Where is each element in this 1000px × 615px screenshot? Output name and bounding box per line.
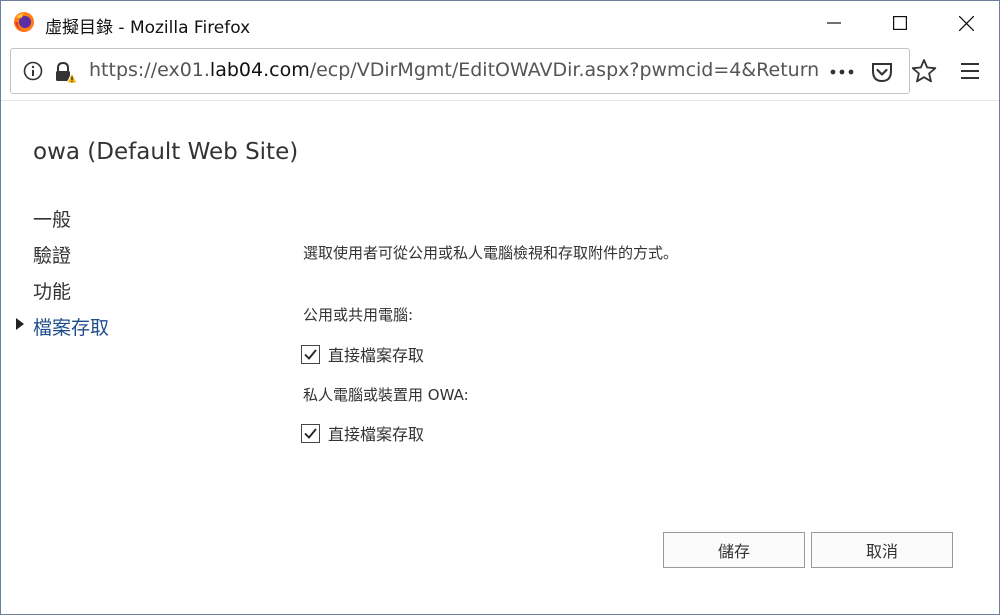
star-icon[interactable] (911, 58, 937, 84)
checkmark-icon (304, 348, 317, 360)
public-direct-file-access-label: 直接檔案存取 (328, 346, 425, 365)
pocket-icon[interactable] (871, 61, 893, 83)
private-direct-file-access-label: 直接檔案存取 (328, 425, 425, 444)
url-bar[interactable]: https://ex01.lab04.com/ecp/VDirMgmt/Edit… (10, 48, 910, 94)
minimize-button[interactable] (801, 1, 867, 45)
checkmark-icon (304, 427, 317, 439)
close-icon (958, 15, 974, 31)
url-text[interactable]: https://ex01.lab04.com/ecp/VDirMgmt/Edit… (89, 59, 829, 81)
caret-right-icon (16, 318, 24, 330)
description-text: 選取使用者可從公用或私人電腦檢視和存取附件的方式。 (303, 244, 679, 262)
firefox-logo-icon (14, 12, 34, 32)
private-computer-label: 私人電腦或裝置用 OWA: (303, 386, 469, 404)
private-direct-file-access-row[interactable]: 直接檔案存取 (301, 422, 424, 444)
nav-item-authentication[interactable]: 驗證 (33, 241, 71, 268)
url-prefix: https://ex01. (89, 59, 210, 81)
nav-item-file-access[interactable]: 檔案存取 (33, 313, 109, 340)
title-bar: 虛擬目錄 - Mozilla Firefox (1, 1, 999, 45)
menu-icon[interactable] (959, 61, 981, 81)
save-button[interactable]: 儲存 (663, 532, 805, 568)
page-title: owa (Default Web Site) (33, 139, 299, 165)
window-title: 虛擬目錄 - Mozilla Firefox (45, 18, 251, 38)
url-path: /ecp/VDirMgmt/EditOWAVDir.aspx?pwmcid=4&… (309, 59, 820, 81)
minimize-icon (827, 22, 841, 24)
page-content: owa (Default Web Site) 一般 驗證 功能 檔案存取 選取使… (1, 100, 999, 614)
url-domain: lab04.com (209, 59, 310, 81)
nav-item-general[interactable]: 一般 (33, 205, 71, 232)
maximize-icon (893, 16, 907, 30)
public-computer-label: 公用或共用電腦: (303, 306, 414, 324)
maximize-button[interactable] (867, 1, 933, 45)
close-button[interactable] (933, 1, 999, 45)
more-icon[interactable] (829, 61, 855, 83)
private-direct-file-access-checkbox[interactable] (301, 423, 320, 443)
info-icon[interactable] (23, 61, 43, 81)
lock-warning-icon[interactable] (53, 60, 77, 84)
cancel-button[interactable]: 取消 (811, 532, 953, 568)
public-direct-file-access-row[interactable]: 直接檔案存取 (301, 343, 424, 365)
nav-item-features[interactable]: 功能 (33, 277, 71, 304)
browser-window: 虛擬目錄 - Mozilla Firefox https://ex01.lab0… (0, 0, 1000, 615)
public-direct-file-access-checkbox[interactable] (301, 344, 320, 364)
